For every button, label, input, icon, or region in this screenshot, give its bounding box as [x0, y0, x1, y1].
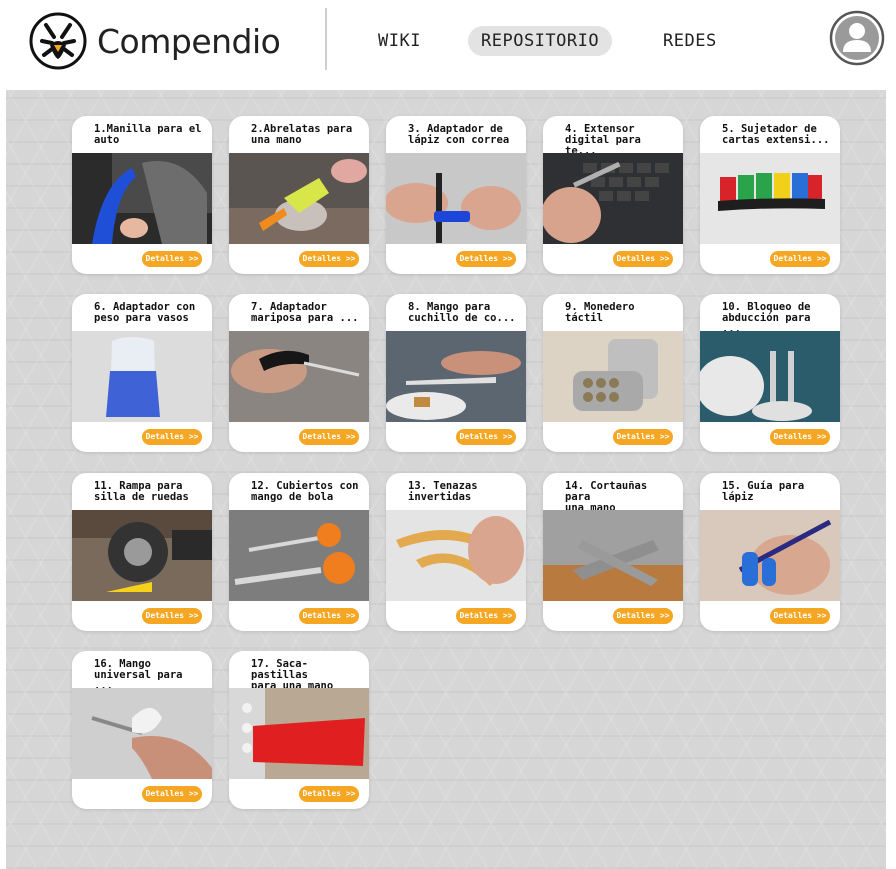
card-title: 12. Cubiertos con mango de bola [251, 480, 359, 503]
card-title: 11. Rampa para silla de ruedas [94, 480, 189, 503]
card-title: 8. Mango para cuchillo de co... [408, 301, 516, 324]
product-card[interactable]: 8. Mango para cuchillo de co... Detalles… [386, 294, 526, 452]
pill-popper-photo [229, 688, 369, 779]
car-handle-photo [72, 153, 212, 244]
card-title: 1.Manilla para el auto [94, 123, 202, 146]
product-card[interactable]: 16. Mango universal para ... Detalles >> [72, 651, 212, 809]
coin-purse-photo [543, 331, 683, 422]
product-card[interactable]: 1.Manilla para el auto Detalles >> [72, 116, 212, 274]
inverted-tongs-photo [386, 510, 526, 601]
details-button[interactable]: Detalles >> [299, 786, 359, 802]
details-button[interactable]: Detalles >> [299, 429, 359, 445]
weighted-cup-photo [72, 331, 212, 422]
details-button[interactable]: Detalles >> [299, 608, 359, 624]
card-title: 5. Sujetador de cartas extensi... [722, 123, 830, 146]
card-title: 6. Adaptador con peso para vasos [94, 301, 196, 324]
card-title: 3. Adaptador de lápiz con correa [408, 123, 510, 146]
details-button[interactable]: Detalles >> [142, 251, 202, 267]
product-card[interactable]: 17. Saca-pastillas para una mano Detalle… [229, 651, 369, 809]
product-card[interactable]: 14. Cortauñas para una mano Detalles >> [543, 473, 683, 631]
pencil-strap-photo [386, 153, 526, 244]
finger-extender-photo [543, 153, 683, 244]
nail-clipper-photo [543, 510, 683, 601]
details-button[interactable]: Detalles >> [142, 786, 202, 802]
wheelchair-ramp-photo [72, 510, 212, 601]
repository-grid: 1.Manilla para el auto Detalles >> 2.Abr… [6, 90, 886, 869]
product-card[interactable]: 7. Adaptador mariposa para ... Detalles … [229, 294, 369, 452]
card-title: 13. Tenazas invertidas [408, 480, 478, 503]
details-button[interactable]: Detalles >> [613, 251, 673, 267]
brand-name[interactable]: Compendio [97, 22, 281, 61]
card-title: 15. Guía para lápiz [722, 480, 805, 503]
pencil-guide-photo [700, 510, 840, 601]
product-card[interactable]: 12. Cubiertos con mango de bola Detalles… [229, 473, 369, 631]
details-button[interactable]: Detalles >> [142, 429, 202, 445]
nav-wiki[interactable]: WIKI [378, 26, 421, 56]
top-header: Compendio WIKI REPOSITORIO REDES [0, 0, 896, 90]
can-opener-photo [229, 153, 369, 244]
product-card[interactable]: 3. Adaptador de lápiz con correa Detalle… [386, 116, 526, 274]
product-card[interactable]: 4. Extensor digital para te... Detalles … [543, 116, 683, 274]
user-avatar-icon[interactable] [829, 10, 885, 66]
details-button[interactable]: Detalles >> [456, 608, 516, 624]
ball-cutlery-photo [229, 510, 369, 601]
hand-logo-icon[interactable] [28, 11, 88, 71]
product-card[interactable]: 11. Rampa para silla de ruedas Detalles … [72, 473, 212, 631]
details-button[interactable]: Detalles >> [456, 251, 516, 267]
details-button[interactable]: Detalles >> [613, 608, 673, 624]
card-title: 9. Monedero táctil [565, 301, 635, 324]
universal-handle-photo [72, 688, 212, 779]
details-button[interactable]: Detalles >> [770, 429, 830, 445]
product-card[interactable]: 15. Guía para lápiz Detalles >> [700, 473, 840, 631]
product-card[interactable]: 2.Abrelatas para una mano Detalles >> [229, 116, 369, 274]
product-card[interactable]: 13. Tenazas invertidas Detalles >> [386, 473, 526, 631]
product-card[interactable]: 10. Bloqueo de abducción para ... Detall… [700, 294, 840, 452]
details-button[interactable]: Detalles >> [770, 251, 830, 267]
card-title: 2.Abrelatas para una mano [251, 123, 353, 146]
knife-handle-photo [386, 331, 526, 422]
nav-redes[interactable]: REDES [663, 26, 717, 56]
abduction-block-photo [700, 331, 840, 422]
header-divider [325, 8, 327, 70]
details-button[interactable]: Detalles >> [613, 429, 673, 445]
card-holder-photo [700, 153, 840, 244]
product-card[interactable]: 9. Monedero táctil Detalles >> [543, 294, 683, 452]
details-button[interactable]: Detalles >> [770, 608, 830, 624]
butterfly-adapter-photo [229, 331, 369, 422]
details-button[interactable]: Detalles >> [299, 251, 359, 267]
card-title: 7. Adaptador mariposa para ... [251, 301, 359, 324]
details-button[interactable]: Detalles >> [456, 429, 516, 445]
details-button[interactable]: Detalles >> [142, 608, 202, 624]
product-card[interactable]: 5. Sujetador de cartas extensi... Detall… [700, 116, 840, 274]
nav-repositorio[interactable]: REPOSITORIO [468, 26, 613, 56]
product-card[interactable]: 6. Adaptador con peso para vasos Detalle… [72, 294, 212, 452]
